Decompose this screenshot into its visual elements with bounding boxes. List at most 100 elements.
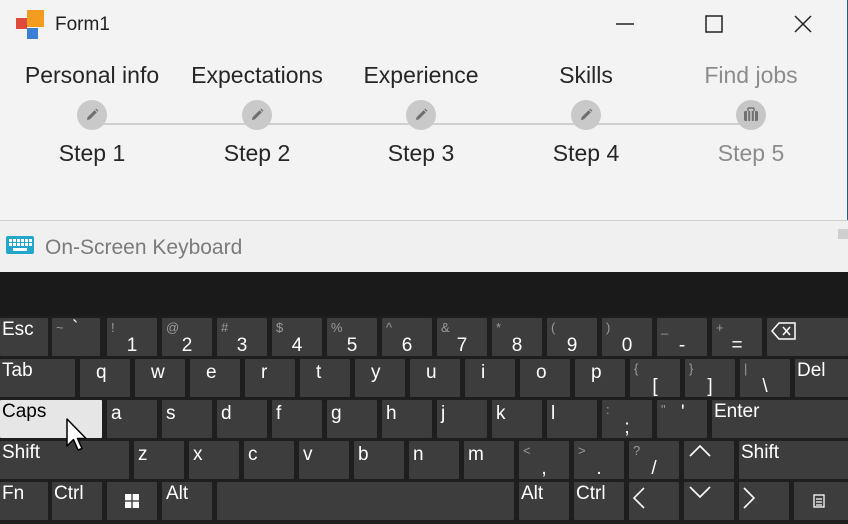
key-arrow-down[interactable] [684, 482, 734, 520]
key-6[interactable]: ^ 6 [382, 318, 432, 356]
key-tab[interactable]: Tab [0, 359, 75, 397]
key-shift-right[interactable]: Shift [739, 441, 848, 479]
step-indicator[interactable] [242, 100, 272, 130]
step-label: Step 3 [387, 140, 455, 166]
key-f[interactable]: f [272, 400, 322, 438]
step-indicator[interactable] [406, 100, 436, 130]
key-arrow-left[interactable] [629, 482, 679, 520]
key-u[interactable]: u [410, 359, 460, 397]
menu-icon [813, 494, 825, 508]
key-tilde[interactable]: ~ ` [52, 318, 100, 356]
key-right-bracket[interactable]: }] [685, 359, 735, 397]
key-m[interactable]: m [464, 441, 514, 479]
key-y[interactable]: y [355, 359, 405, 397]
key-a[interactable]: a [107, 400, 157, 438]
key-x[interactable]: x [189, 441, 239, 479]
key-enter[interactable]: Enter [712, 400, 848, 438]
key-equals[interactable]: + = [712, 318, 762, 356]
maximize-button[interactable] [689, 4, 739, 44]
step-1[interactable]: Personal info Step 1 [10, 60, 174, 168]
title-bar[interactable]: Form1 [0, 0, 846, 48]
key-alt-left[interactable]: Alt [162, 482, 212, 520]
minimize-icon [616, 23, 634, 25]
step-caption: Personal info [24, 62, 160, 88]
step-indicator[interactable] [736, 100, 766, 130]
key-del[interactable]: Del [795, 359, 848, 397]
briefcase-icon [744, 107, 758, 121]
key-l[interactable]: l [547, 400, 597, 438]
app-icon [14, 10, 46, 42]
key-alt-right[interactable]: Alt [519, 482, 569, 520]
key-9[interactable]: (9 [547, 318, 597, 356]
key-t[interactable]: t [300, 359, 350, 397]
key-quote[interactable]: " ' [657, 400, 707, 438]
key-0[interactable]: ) 0 [602, 318, 652, 356]
form1-window: Form1 Personal info Step 1 Expectations … [0, 0, 848, 220]
key-2[interactable]: @2 [162, 318, 212, 356]
step-3[interactable]: Experience Step 3 [339, 60, 503, 168]
arrow-down-icon [689, 486, 711, 499]
key-n[interactable]: n [409, 441, 459, 479]
osk-resize-handle[interactable] [838, 229, 848, 239]
key-z[interactable]: z [134, 441, 184, 479]
key-s[interactable]: s [162, 400, 212, 438]
key-p[interactable]: p [575, 359, 625, 397]
close-button[interactable] [778, 4, 828, 44]
key-windows[interactable] [107, 482, 157, 520]
key-c[interactable]: c [244, 441, 294, 479]
step-2[interactable]: Expectations Step 2 [175, 60, 339, 168]
key-7[interactable]: & 7 [437, 318, 487, 356]
key-4[interactable]: $4 [272, 318, 322, 356]
key-fn[interactable]: Fn [0, 482, 48, 520]
key-left-bracket[interactable]: {[ [630, 359, 680, 397]
key-o[interactable]: o [520, 359, 570, 397]
key-j[interactable]: j [437, 400, 487, 438]
key-semicolon[interactable]: :; [602, 400, 652, 438]
key-arrow-up[interactable] [684, 441, 734, 479]
key-minus[interactable]: _ - [657, 318, 707, 356]
key-menu[interactable] [794, 482, 848, 520]
key-ctrl-right[interactable]: Ctrl [574, 482, 624, 520]
key-5[interactable]: % 5 [327, 318, 377, 356]
osk-title-bar[interactable]: On-Screen Keyboard [0, 220, 848, 272]
key-period[interactable]: >. [574, 441, 624, 479]
arrow-right-icon [743, 487, 756, 509]
window-title: Form1 [55, 14, 110, 35]
key-g[interactable]: g [327, 400, 377, 438]
key-space[interactable] [217, 482, 514, 520]
key-1[interactable]: ! 1 [107, 318, 157, 356]
key-caps[interactable]: Caps [0, 400, 102, 438]
key-q[interactable]: q [80, 359, 130, 397]
key-k[interactable]: k [492, 400, 542, 438]
minimize-button[interactable] [600, 4, 650, 44]
key-shift-left[interactable]: Shift [0, 441, 129, 479]
key-backspace[interactable] [767, 318, 848, 356]
key-w[interactable]: w [135, 359, 185, 397]
key-b[interactable]: b [354, 441, 404, 479]
backspace-icon [771, 322, 796, 340]
close-icon [794, 15, 812, 33]
key-esc[interactable]: Esc [0, 318, 48, 356]
key-comma[interactable]: <, [519, 441, 569, 479]
key-8[interactable]: * 8 [492, 318, 542, 356]
key-r[interactable]: r [245, 359, 295, 397]
step-4[interactable]: Skills Step 4 [504, 60, 668, 168]
key-i[interactable]: i [465, 359, 515, 397]
keyboard-icon [6, 236, 34, 254]
step-caption: Find jobs [704, 62, 798, 88]
key-3[interactable]: #3 [217, 318, 267, 356]
key-arrow-right[interactable] [739, 482, 789, 520]
key-backslash[interactable]: | \ [740, 359, 790, 397]
step-5[interactable]: Find jobs Step 5 [669, 60, 833, 168]
key-slash[interactable]: ? / [629, 441, 679, 479]
step-caption: Skills [559, 62, 613, 88]
key-ctrl-left[interactable]: Ctrl [52, 482, 102, 520]
key-d[interactable]: d [217, 400, 267, 438]
key-h[interactable]: h [382, 400, 432, 438]
key-v[interactable]: v [299, 441, 349, 479]
step-indicator[interactable] [77, 100, 107, 130]
pencil-icon [252, 108, 264, 120]
pencil-icon [581, 108, 593, 120]
key-e[interactable]: e [190, 359, 240, 397]
step-indicator[interactable] [571, 100, 601, 130]
